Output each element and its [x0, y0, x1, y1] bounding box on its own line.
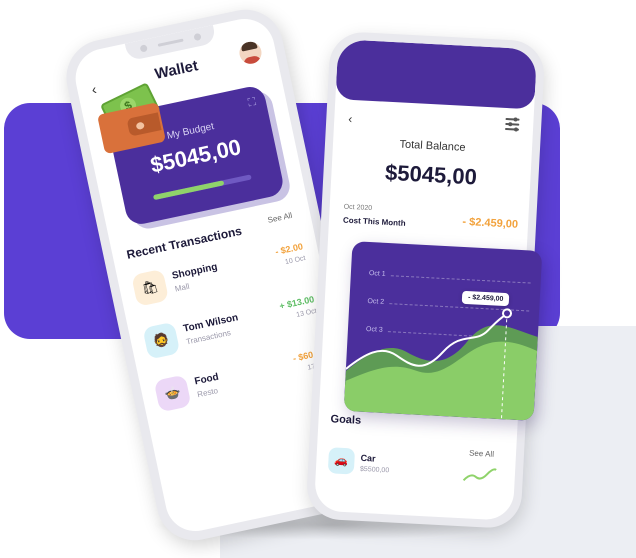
transaction-sub: Resto	[196, 386, 219, 400]
back-icon[interactable]: ‹	[348, 112, 353, 126]
chart-area-light	[343, 341, 538, 421]
budget-progress-fill	[152, 180, 225, 201]
cost-this-month-amount: - $2.459,00	[462, 215, 519, 231]
balance-chart-card[interactable]: Oct 1 Oct 2 Oct 3	[343, 241, 543, 421]
speaker-bar	[157, 38, 184, 47]
budget-progress-bar	[152, 174, 252, 201]
goals-title: Goals	[330, 413, 362, 427]
transaction-sub: Mall	[174, 281, 191, 294]
filter-icon[interactable]	[504, 116, 520, 132]
goal-sparkline	[462, 468, 497, 481]
expand-icon[interactable]: ⛶	[247, 96, 257, 110]
goal-amount: $5500,00	[359, 465, 390, 475]
transaction-date: 10 Oct	[284, 254, 307, 267]
transaction-name: Shopping	[171, 261, 219, 282]
total-balance-label: Total Balance	[399, 138, 466, 154]
chart-area	[343, 308, 538, 421]
cost-this-month-label: Cost This Month	[342, 215, 406, 228]
car-icon: 🚗	[327, 447, 356, 475]
balance-header	[335, 39, 538, 110]
chart-tooltip: - $2.459,00	[461, 290, 510, 307]
food-icon: 🍲	[153, 374, 192, 413]
chart-point[interactable]	[502, 308, 513, 319]
transaction-amount: - $2.00	[274, 241, 304, 257]
goal-name: Car	[360, 452, 376, 464]
see-all-link[interactable]: See All	[267, 211, 293, 225]
shopping-bag-icon: 🛍	[131, 268, 170, 307]
goals-see-all-link[interactable]: See All	[469, 449, 494, 459]
transaction-date: 13 Oct	[295, 307, 318, 319]
camera-dot	[139, 44, 148, 53]
sensor-dot	[193, 32, 202, 42]
person-avatar-icon: 🧔	[142, 321, 181, 360]
total-balance-amount: $5045,00	[384, 159, 478, 190]
month-label: Oct 2020	[343, 203, 373, 213]
